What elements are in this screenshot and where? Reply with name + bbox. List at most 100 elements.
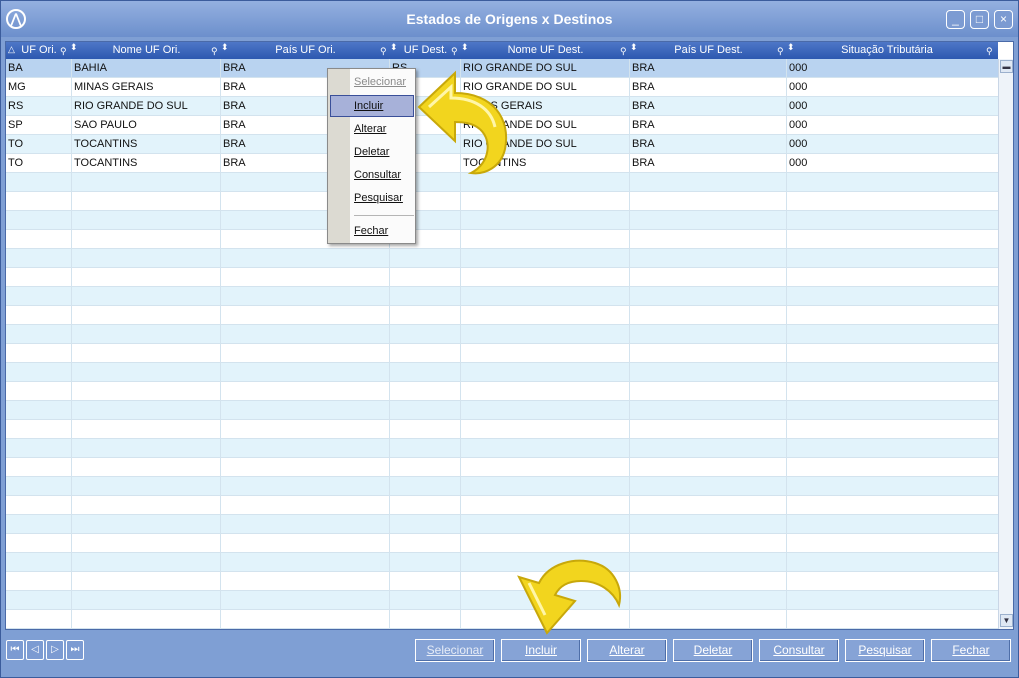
empty-table-row[interactable] bbox=[6, 591, 998, 610]
empty-table-row[interactable] bbox=[6, 287, 998, 306]
minimize-button[interactable]: _ bbox=[946, 10, 965, 29]
filter-icon[interactable]: ⚲ bbox=[60, 47, 67, 56]
table-row[interactable]: SP SAO PAULO BRA RIO GRANDE DO SUL BRA 000 bbox=[6, 116, 998, 135]
table-cell: TOCANTINS bbox=[74, 157, 138, 169]
deletar-button[interactable]: Deletar bbox=[673, 639, 753, 662]
consultar-button[interactable]: Consultar bbox=[759, 639, 839, 662]
empty-table-row[interactable] bbox=[6, 534, 998, 553]
scroll-up-icon[interactable]: ▬ bbox=[1000, 60, 1013, 73]
empty-table-row[interactable] bbox=[6, 325, 998, 344]
close-button[interactable]: × bbox=[994, 10, 1013, 29]
table-cell: BRA bbox=[632, 157, 655, 169]
empty-table-row[interactable] bbox=[6, 249, 998, 268]
table-cell: RIO GRANDE DO SUL bbox=[463, 119, 577, 131]
table-cell: MINAS GERAIS bbox=[74, 81, 154, 93]
table-cell: MINAS GERAIS bbox=[463, 100, 543, 112]
table-cell: TOCANTINS bbox=[463, 157, 527, 169]
table-cell: RIO GRANDE DO SUL bbox=[463, 81, 577, 93]
incluir-button[interactable]: Incluir bbox=[501, 639, 581, 662]
menu-item-deletar[interactable]: Deletar bbox=[354, 142, 414, 162]
empty-table-row[interactable] bbox=[6, 363, 998, 382]
empty-table-row[interactable] bbox=[6, 553, 998, 572]
filter-icon[interactable]: ⚲ bbox=[451, 47, 458, 56]
vertical-scrollbar[interactable]: ▬ ▼ bbox=[998, 59, 1013, 629]
table-cell: SAO PAULO bbox=[74, 119, 137, 131]
table-row[interactable]: TO TOCANTINS BRA TOCANTINS BRA 000 bbox=[6, 154, 998, 173]
column-divider bbox=[220, 59, 221, 629]
table-row[interactable]: MG MINAS GERAIS BRA RIO GRANDE DO SUL BRA 000 bbox=[6, 78, 998, 97]
menu-item-selecionar[interactable]: Selecionar bbox=[354, 72, 414, 92]
menu-item-alterar[interactable]: Alterar bbox=[354, 119, 414, 139]
empty-table-row[interactable] bbox=[6, 192, 998, 211]
table-cell: 000 bbox=[789, 119, 808, 131]
table-cell: RIO GRANDE DO SUL bbox=[74, 100, 188, 112]
empty-table-row[interactable] bbox=[6, 211, 998, 230]
menu-item-fechar[interactable]: Fechar bbox=[354, 221, 414, 241]
empty-table-row[interactable] bbox=[6, 439, 998, 458]
table-cell: BRA bbox=[632, 119, 655, 131]
filter-icon[interactable]: ⚲ bbox=[211, 47, 218, 56]
table-cell: MG bbox=[8, 81, 26, 93]
empty-table-row[interactable] bbox=[6, 230, 998, 249]
nav-previous-button[interactable]: ◁ bbox=[26, 640, 44, 660]
empty-table-row[interactable] bbox=[6, 458, 998, 477]
empty-table-row[interactable] bbox=[6, 610, 998, 629]
empty-table-row[interactable] bbox=[6, 420, 998, 439]
column-header-nome-uf-ori[interactable]: Nome UF Ori. bbox=[72, 42, 221, 59]
table-cell: RS bbox=[8, 100, 24, 112]
table-row[interactable]: RS RIO GRANDE DO SUL BRA MINAS GERAIS BRA 000 bbox=[6, 97, 998, 116]
filter-icon[interactable]: ⚲ bbox=[380, 47, 387, 56]
scroll-down-icon[interactable]: ▼ bbox=[1000, 614, 1013, 627]
column-header-nome-uf-dest[interactable]: Nome UF Dest. bbox=[461, 42, 630, 59]
table-cell: SP bbox=[8, 119, 23, 131]
empty-table-row[interactable] bbox=[6, 572, 998, 591]
table-cell: BA bbox=[8, 62, 23, 74]
filter-icon[interactable]: ⚲ bbox=[620, 47, 627, 56]
column-divider bbox=[71, 59, 72, 629]
empty-table-row[interactable] bbox=[6, 401, 998, 420]
table-cell: BRA bbox=[632, 138, 655, 150]
alterar-button[interactable]: Alterar bbox=[587, 639, 667, 662]
table-cell: TO bbox=[8, 157, 24, 169]
empty-table-row[interactable] bbox=[6, 306, 998, 325]
table-cell: BRA bbox=[632, 81, 655, 93]
column-divider bbox=[460, 59, 461, 629]
nav-last-button[interactable]: ⏭ bbox=[66, 640, 84, 660]
table-cell: TOCANTINS bbox=[74, 138, 138, 150]
selecionar-button[interactable]: Selecionar bbox=[415, 639, 495, 662]
menu-item-pesquisar[interactable]: Pesquisar bbox=[354, 188, 414, 208]
table-cell: 000 bbox=[789, 100, 808, 112]
window-title: Estados de Origens x Destinos bbox=[406, 11, 613, 27]
empty-table-row[interactable] bbox=[6, 515, 998, 534]
fechar-button[interactable]: Fechar bbox=[931, 639, 1011, 662]
maximize-button[interactable]: □ bbox=[970, 10, 989, 29]
column-divider bbox=[786, 59, 787, 629]
table-cell: TO bbox=[8, 138, 24, 150]
column-header-pais-uf-ori[interactable]: País UF Ori. bbox=[221, 42, 390, 59]
menu-separator bbox=[354, 215, 414, 216]
pesquisar-button[interactable]: Pesquisar bbox=[845, 639, 925, 662]
column-header-pais-uf-dest[interactable]: País UF Dest. bbox=[630, 42, 787, 59]
menu-item-consultar[interactable]: Consultar bbox=[354, 165, 414, 185]
filter-icon[interactable]: ⚲ bbox=[777, 47, 784, 56]
column-header-situacao-tributaria[interactable]: Situação Tributária bbox=[787, 42, 987, 59]
table-row[interactable]: TO TOCANTINS BRA RIO GRANDE DO SUL BRA 000 bbox=[6, 135, 998, 154]
filter-icon[interactable]: ⚲ bbox=[986, 47, 993, 56]
empty-table-row[interactable] bbox=[6, 344, 998, 363]
title-bar[interactable]: ⋀ Estados de Origens x Destinos _ □ × bbox=[1, 1, 1018, 37]
table-cell: BAHIA bbox=[74, 62, 108, 74]
nav-next-button[interactable]: ▷ bbox=[46, 640, 64, 660]
nav-first-button[interactable]: ⏮ bbox=[6, 640, 24, 660]
column-chooser-icon[interactable]: ▯ bbox=[1000, 45, 1005, 54]
table-cell: BRA bbox=[632, 100, 655, 112]
empty-table-row[interactable] bbox=[6, 477, 998, 496]
main-window: ⋀ Estados de Origens x Destinos _ □ × △ … bbox=[0, 0, 1019, 678]
empty-table-row[interactable] bbox=[6, 496, 998, 515]
empty-table-row[interactable] bbox=[6, 382, 998, 401]
menu-item-incluir[interactable]: Incluir bbox=[354, 96, 414, 116]
table-row[interactable]: BABAHIABRARSRIO GRANDE DO SULBRA000 bbox=[6, 59, 998, 78]
table-cell: 000 bbox=[789, 157, 808, 169]
empty-table-row[interactable] bbox=[6, 268, 998, 287]
empty-table-row[interactable] bbox=[6, 173, 998, 192]
data-grid: △ UF Ori. ⚲ ⬍ Nome UF Ori. ⚲ ⬍ País UF O… bbox=[5, 41, 1014, 630]
